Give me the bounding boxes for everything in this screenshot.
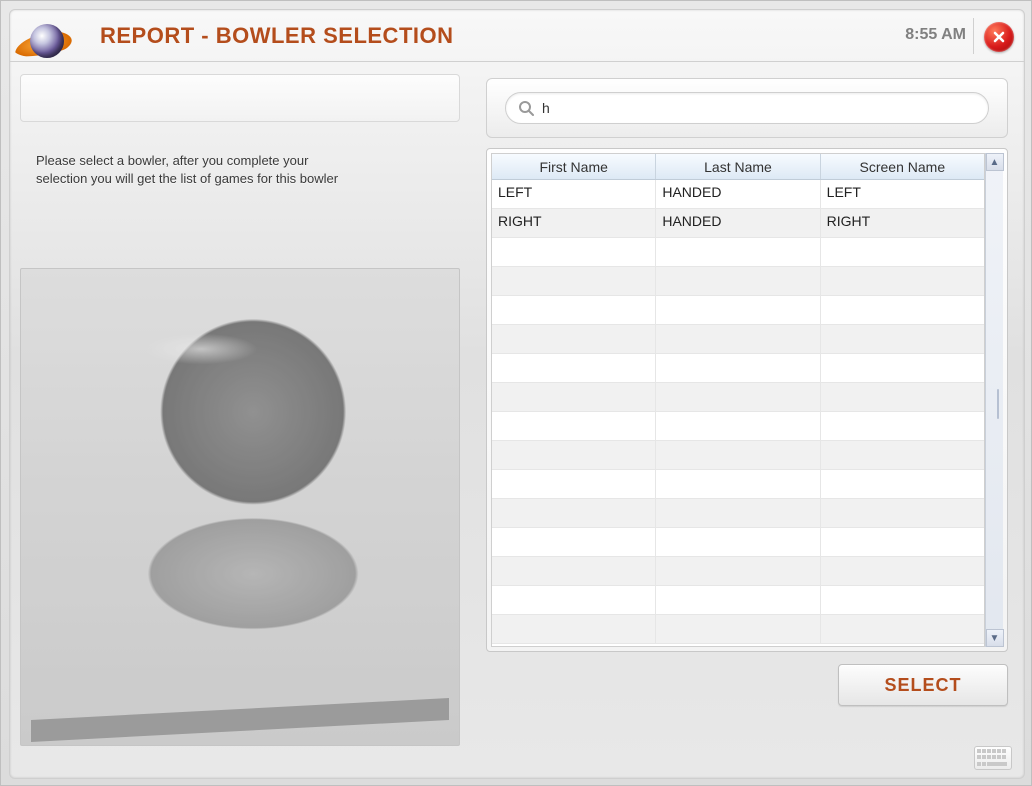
- bowling-ball-icon: [30, 24, 64, 58]
- table-cell: [656, 354, 820, 382]
- table-cell: HANDED: [656, 180, 820, 208]
- table-cell: [492, 383, 656, 411]
- logo: [10, 10, 98, 62]
- instruction-text: Please select a bowler, after you comple…: [36, 152, 460, 188]
- table-cell: [492, 267, 656, 295]
- grid-body: LEFTHANDEDLEFTRIGHTHANDEDRIGHT: [492, 180, 984, 646]
- scroll-up-button[interactable]: ▲: [986, 153, 1004, 171]
- table-cell: [656, 586, 820, 614]
- table-row[interactable]: [492, 267, 984, 296]
- divider: [973, 18, 974, 54]
- close-button[interactable]: [984, 22, 1014, 52]
- table-row[interactable]: [492, 586, 984, 615]
- table-cell: [492, 557, 656, 585]
- table-cell: [492, 325, 656, 353]
- table-cell: [656, 267, 820, 295]
- table-row[interactable]: [492, 499, 984, 528]
- col-last-name[interactable]: Last Name: [656, 154, 820, 179]
- table-cell: LEFT: [492, 180, 656, 208]
- table-cell: [821, 499, 984, 527]
- header: REPORT - BOWLER SELECTION 8:55 AM: [10, 10, 1024, 62]
- table-cell: [656, 557, 820, 585]
- table-row[interactable]: [492, 354, 984, 383]
- instruction-line: Please select a bowler, after you comple…: [36, 153, 308, 168]
- table-cell: [821, 238, 984, 266]
- table-row[interactable]: LEFTHANDEDLEFT: [492, 180, 984, 209]
- table-cell: [821, 325, 984, 353]
- table-row[interactable]: RIGHTHANDEDRIGHT: [492, 209, 984, 238]
- table-cell: [492, 528, 656, 556]
- left-column: Please select a bowler, after you comple…: [10, 62, 470, 778]
- scroll-down-button[interactable]: ▼: [986, 629, 1004, 647]
- col-screen-name[interactable]: Screen Name: [821, 154, 984, 179]
- search-panel: [486, 78, 1008, 138]
- table-cell: [656, 238, 820, 266]
- table-cell: [821, 383, 984, 411]
- table-cell: [492, 499, 656, 527]
- table-row[interactable]: [492, 615, 984, 644]
- table-cell: [492, 615, 656, 643]
- bowler-grid: First Name Last Name Screen Name LEFTHAN…: [491, 153, 985, 647]
- table-cell: [821, 412, 984, 440]
- search-field[interactable]: [505, 92, 989, 124]
- scrollbar[interactable]: ▲ ▼: [985, 153, 1003, 647]
- table-row[interactable]: [492, 238, 984, 267]
- table-cell: [821, 470, 984, 498]
- table-cell: [821, 586, 984, 614]
- instruction-line: selection you will get the list of games…: [36, 171, 338, 186]
- table-row[interactable]: [492, 441, 984, 470]
- table-row[interactable]: [492, 383, 984, 412]
- table-cell: [656, 615, 820, 643]
- table-cell: [821, 528, 984, 556]
- table-cell: RIGHT: [492, 209, 656, 237]
- bowler-grid-frame: First Name Last Name Screen Name LEFTHAN…: [486, 148, 1008, 652]
- table-cell: [492, 238, 656, 266]
- search-icon: [518, 100, 534, 116]
- table-cell: [821, 557, 984, 585]
- table-row[interactable]: [492, 557, 984, 586]
- preview-image: [20, 268, 460, 746]
- table-cell: [656, 383, 820, 411]
- table-cell: [821, 267, 984, 295]
- table-cell: [656, 412, 820, 440]
- col-first-name[interactable]: First Name: [492, 154, 656, 179]
- keyboard-icon: [977, 749, 981, 753]
- table-cell: [492, 412, 656, 440]
- table-cell: [821, 354, 984, 382]
- close-icon: [992, 30, 1006, 44]
- info-panel: [20, 74, 460, 122]
- keyboard-button[interactable]: [974, 746, 1012, 770]
- table-cell: [492, 441, 656, 469]
- table-cell: HANDED: [656, 209, 820, 237]
- table-cell: RIGHT: [821, 209, 984, 237]
- table-cell: LEFT: [821, 180, 984, 208]
- table-cell: [492, 354, 656, 382]
- page-title: REPORT - BOWLER SELECTION: [100, 23, 454, 49]
- table-row[interactable]: [492, 528, 984, 557]
- table-cell: [656, 441, 820, 469]
- grid-header: First Name Last Name Screen Name: [492, 154, 984, 180]
- table-cell: [656, 528, 820, 556]
- table-cell: [821, 441, 984, 469]
- table-row[interactable]: [492, 296, 984, 325]
- table-cell: [656, 470, 820, 498]
- table-cell: [821, 615, 984, 643]
- table-cell: [821, 296, 984, 324]
- table-row[interactable]: [492, 325, 984, 354]
- table-cell: [656, 325, 820, 353]
- table-row[interactable]: [492, 412, 984, 441]
- table-cell: [656, 296, 820, 324]
- table-cell: [492, 586, 656, 614]
- table-cell: [492, 296, 656, 324]
- table-cell: [656, 499, 820, 527]
- table-cell: [492, 470, 656, 498]
- right-column: First Name Last Name Screen Name LEFTHAN…: [470, 62, 1024, 778]
- select-button[interactable]: SELECT: [838, 664, 1008, 706]
- scroll-thumb[interactable]: [997, 389, 999, 419]
- search-input[interactable]: [542, 100, 976, 116]
- clock: 8:55 AM: [905, 26, 966, 44]
- table-row[interactable]: [492, 470, 984, 499]
